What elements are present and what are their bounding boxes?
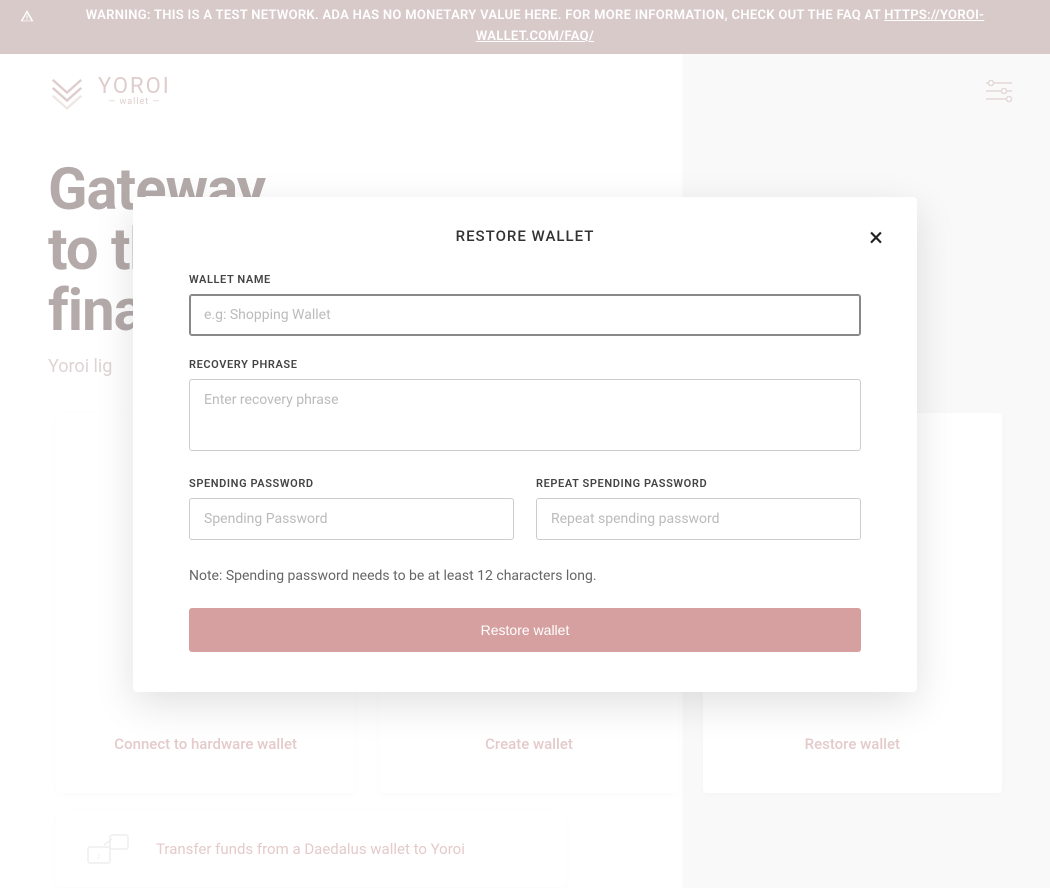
recovery-phrase-label: RECOVERY PHRASE xyxy=(189,358,861,371)
repeat-spending-password-label: REPEAT SPENDING PASSWORD xyxy=(536,477,861,490)
modal-overlay: RESTORE WALLET × WALLET NAME RECOVERY PH… xyxy=(0,0,1050,888)
password-length-note: Note: Spending password needs to be at l… xyxy=(189,568,861,584)
wallet-name-input[interactable] xyxy=(189,294,861,336)
repeat-spending-password-input[interactable] xyxy=(536,498,861,540)
wallet-name-label: WALLET NAME xyxy=(189,273,861,286)
restore-wallet-button[interactable]: Restore wallet xyxy=(189,608,861,652)
spending-password-label: SPENDING PASSWORD xyxy=(189,477,514,490)
modal-title: RESTORE WALLET xyxy=(189,227,861,245)
spending-password-input[interactable] xyxy=(189,498,514,540)
recovery-phrase-input[interactable] xyxy=(189,379,861,451)
restore-wallet-modal: RESTORE WALLET × WALLET NAME RECOVERY PH… xyxy=(133,197,917,692)
close-icon[interactable]: × xyxy=(869,225,883,251)
